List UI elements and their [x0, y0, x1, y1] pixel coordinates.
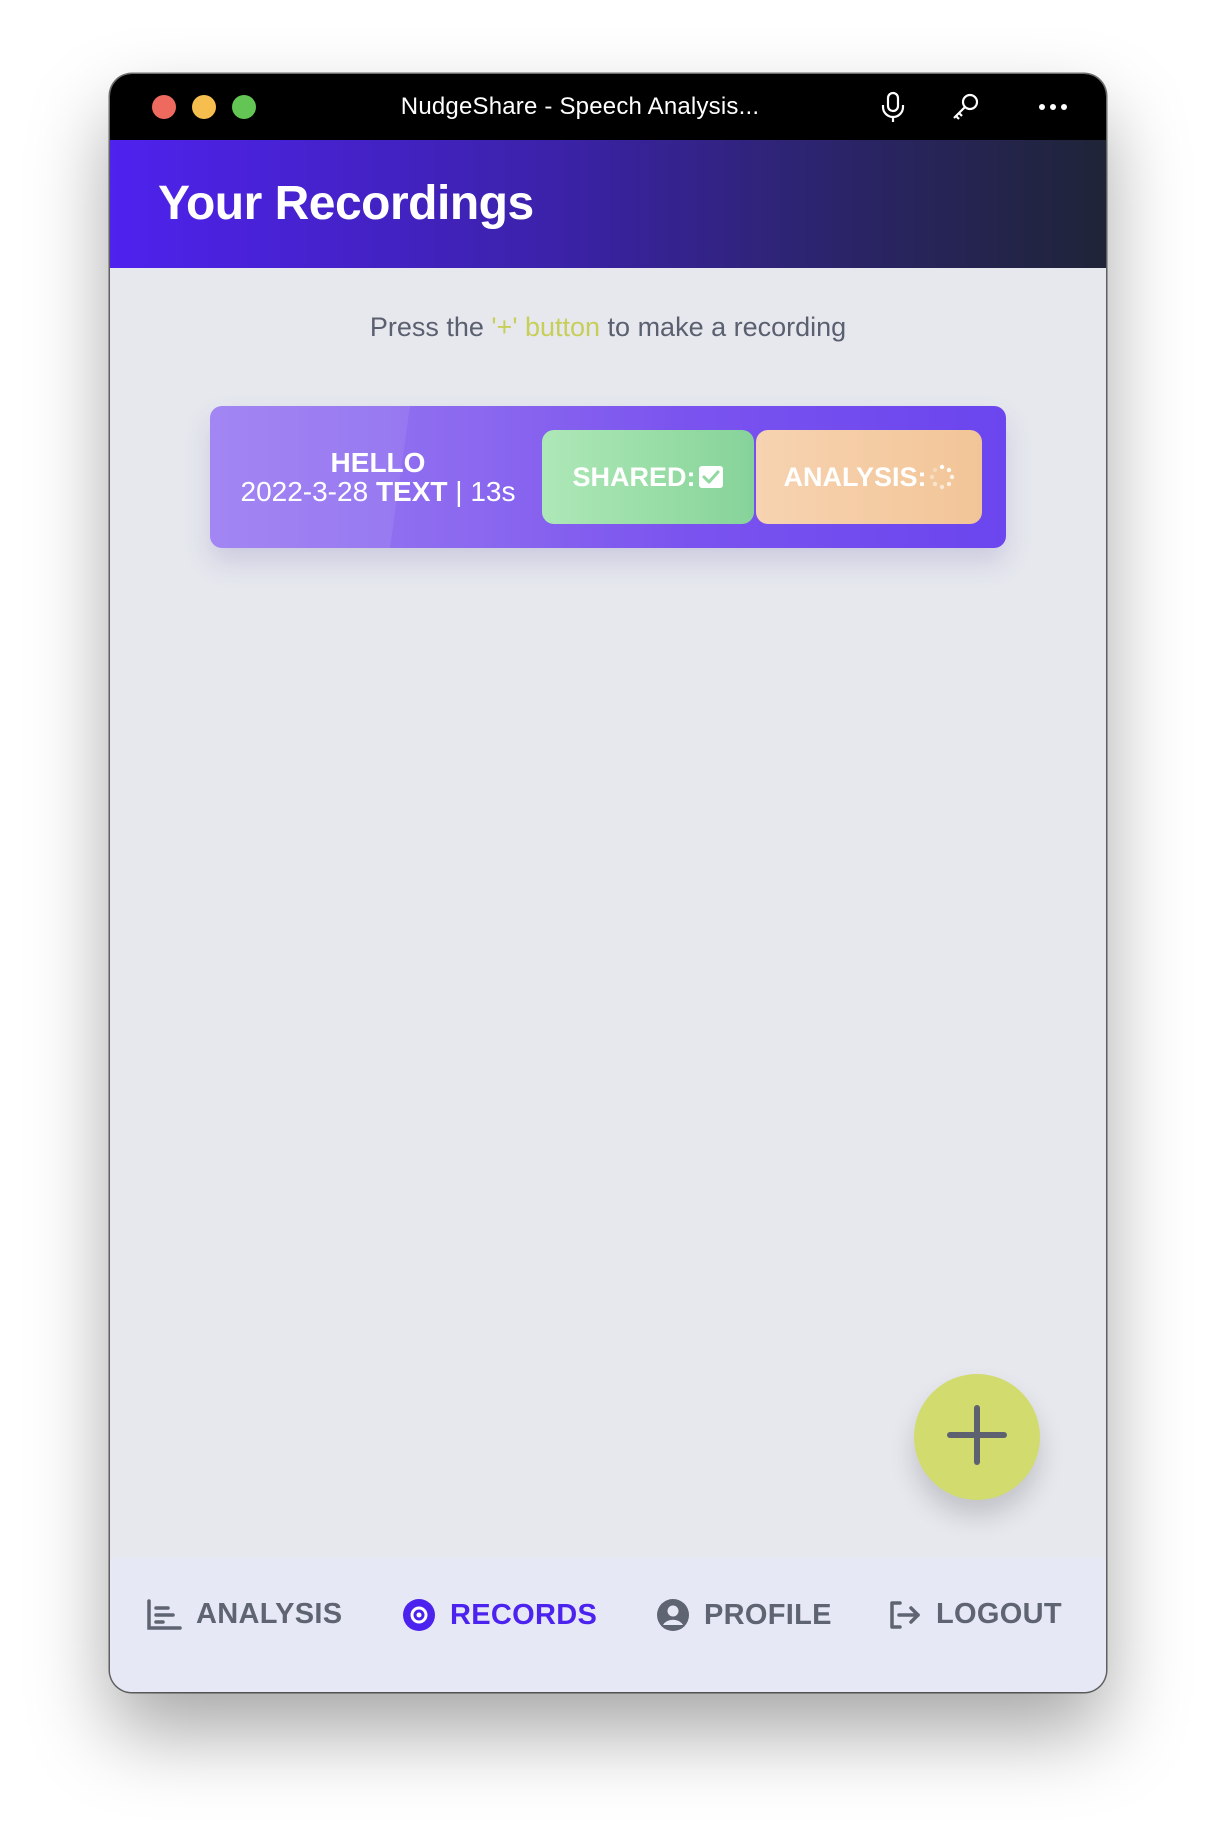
- analysis-label: ANALYSIS:: [783, 461, 927, 492]
- recording-duration: | 13s: [455, 476, 516, 507]
- checkbox-checked-icon: [698, 465, 724, 489]
- recording-name: HELLO: [330, 447, 426, 478]
- nav-label-records: RECORDS: [450, 1598, 598, 1631]
- nav-item-profile[interactable]: PROFILE: [656, 1598, 832, 1632]
- window-title: NudgeShare - Speech Analysis...: [400, 93, 760, 120]
- plus-icon: [946, 1404, 1008, 1471]
- loading-spinner-icon: [929, 464, 955, 490]
- more-options-icon[interactable]: [1036, 90, 1070, 124]
- maximize-window-button[interactable]: [232, 95, 256, 119]
- nav-label-logout: LOGOUT: [936, 1598, 1062, 1630]
- app-window: NudgeShare - Speech Analysis... Your Rec…: [110, 74, 1106, 1692]
- shared-status-button[interactable]: SHARED:: [542, 430, 754, 524]
- recording-type: TEXT: [375, 476, 448, 507]
- minimize-window-button[interactable]: [192, 95, 216, 119]
- bottom-navigation: ANALYSIS RECORDS PROFILE LOGOUT: [110, 1558, 1106, 1692]
- record-icon: [402, 1598, 436, 1632]
- title-bar: NudgeShare - Speech Analysis...: [110, 74, 1106, 140]
- hint-text-before: Press the: [369, 312, 492, 342]
- recording-info[interactable]: HELLO 2022-3-28 TEXT | 13s: [234, 448, 522, 506]
- analysis-status-button[interactable]: ANALYSIS:: [756, 430, 982, 524]
- page-header: Your Recordings: [110, 140, 1106, 268]
- nav-item-logout[interactable]: LOGOUT: [888, 1598, 1062, 1631]
- nav-item-records[interactable]: RECORDS: [402, 1598, 597, 1632]
- hint-accent: '+' button: [491, 312, 601, 342]
- recording-date: 2022-3-28: [240, 476, 369, 507]
- shared-label: SHARED:: [572, 461, 696, 492]
- recording-meta: 2022-3-28 TEXT | 13s: [234, 477, 522, 506]
- nav-label-profile: PROFILE: [704, 1598, 832, 1631]
- recording-card[interactable]: HELLO 2022-3-28 TEXT | 13s SHARED: ANALY…: [210, 406, 1006, 548]
- nav-item-analysis[interactable]: ANALYSIS: [146, 1598, 342, 1631]
- add-recording-button[interactable]: [914, 1374, 1040, 1500]
- user-circle-icon: [656, 1598, 690, 1632]
- close-window-button[interactable]: [152, 95, 176, 119]
- recording-hint: Press the '+' button to make a recording: [110, 312, 1106, 343]
- hint-text-after: to make a recording: [600, 312, 847, 342]
- microphone-icon[interactable]: [876, 90, 910, 124]
- key-icon[interactable]: [948, 90, 982, 124]
- page-title: Your Recordings: [158, 177, 534, 230]
- bar-chart-icon: [146, 1598, 182, 1631]
- nav-label-analysis: ANALYSIS: [196, 1598, 343, 1630]
- logout-icon: [888, 1600, 922, 1630]
